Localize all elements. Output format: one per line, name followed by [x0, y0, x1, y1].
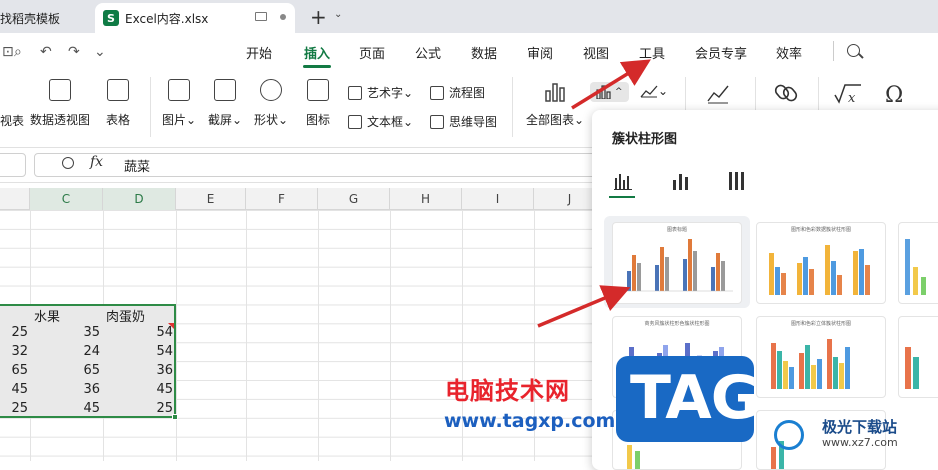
watermark-text: 电脑技术网 [445, 377, 570, 405]
arrow-to-thumbnail [537, 285, 631, 328]
site-logo-icon [774, 420, 804, 450]
arrow-to-chart-button [571, 59, 651, 110]
tag-logo-text: TAG [630, 363, 760, 433]
site-name: 极光下载站 [822, 418, 898, 436]
site-url: www.xz7.com [822, 436, 898, 449]
watermark-url: www.tagxp.com [444, 410, 616, 432]
